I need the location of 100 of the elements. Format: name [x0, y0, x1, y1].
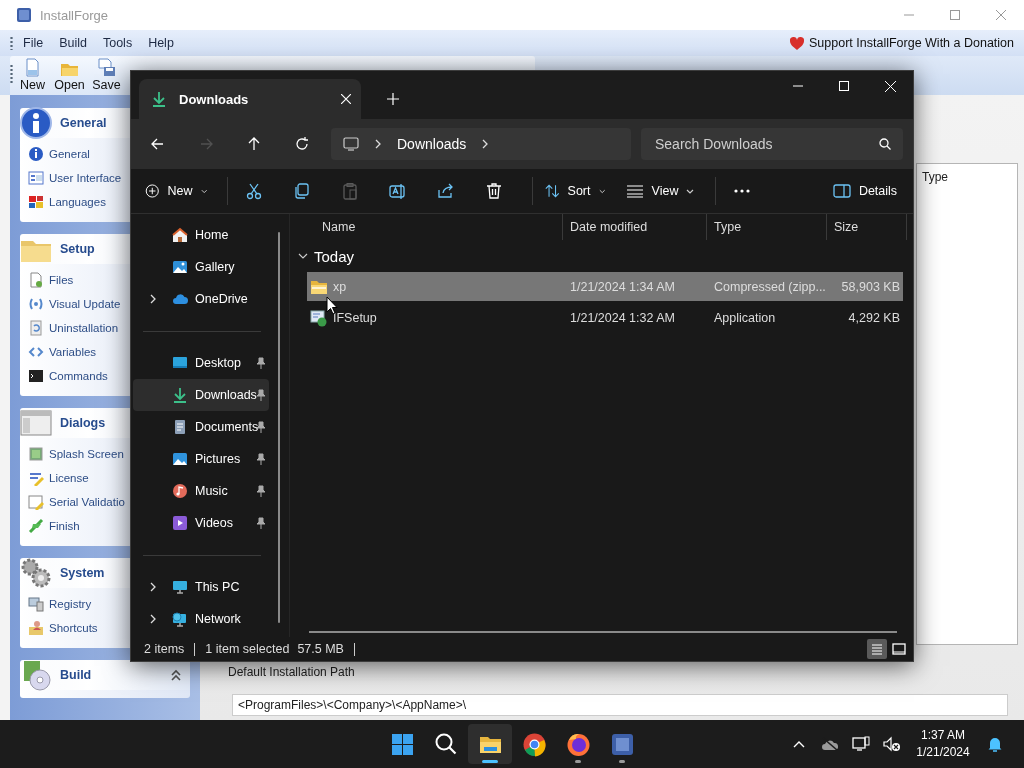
- nav-item[interactable]: Gallery: [133, 251, 269, 283]
- toolbar-button[interactable]: Open: [51, 58, 88, 92]
- clock[interactable]: 1:37 AM 1/21/2024: [907, 727, 979, 761]
- view-button[interactable]: View: [619, 175, 701, 207]
- app-icon: [16, 7, 32, 23]
- status-text: 57.5 MB: [297, 642, 344, 656]
- scrollbar[interactable]: [278, 232, 280, 623]
- window-title: InstallForge: [40, 7, 108, 23]
- group-title[interactable]: Build: [60, 668, 92, 682]
- lines-icon: [625, 182, 644, 200]
- sidebar-item[interactable]: Visual Update: [49, 298, 121, 310]
- nav-item[interactable]: Desktop: [133, 347, 269, 379]
- sidebar-item[interactable]: Variables: [49, 346, 97, 358]
- close-tab-button[interactable]: [341, 94, 351, 104]
- menu-item[interactable]: File: [23, 36, 44, 50]
- maximize-icon: [839, 81, 849, 91]
- column-header[interactable]: Size: [827, 214, 907, 240]
- sidebar-item[interactable]: Commands: [49, 370, 108, 382]
- scrollbar[interactable]: [309, 631, 897, 633]
- status-text: 1 item selected: [205, 642, 290, 656]
- home-icon: [172, 227, 188, 243]
- sidebar-item[interactable]: Serial Validatio: [49, 496, 125, 508]
- search-icon: [879, 138, 891, 150]
- group-title[interactable]: General: [60, 116, 107, 130]
- taskbar-app[interactable]: [468, 724, 512, 764]
- column-header[interactable]: Name: [290, 214, 563, 240]
- wave-icon: [28, 296, 44, 312]
- sidebar-item[interactable]: Finish: [49, 520, 80, 532]
- sort-button[interactable]: Sort: [539, 175, 611, 207]
- nav-item[interactable]: Pictures: [133, 443, 269, 475]
- rename-icon: [389, 182, 407, 200]
- close-icon: [884, 80, 896, 92]
- gears-icon: [20, 557, 52, 589]
- nav-item[interactable]: Documents: [133, 411, 269, 443]
- group-title[interactable]: Setup: [60, 242, 95, 256]
- group-title[interactable]: Dialogs: [60, 416, 106, 430]
- field-label: Default Installation Path: [228, 665, 356, 679]
- sidebar-item[interactable]: Languages: [49, 196, 106, 208]
- plus-circle-icon: [145, 182, 160, 200]
- caret-icon: [686, 187, 695, 195]
- nav-item[interactable]: Music: [133, 475, 269, 507]
- installer-icon: [310, 308, 328, 327]
- pen-icon: [28, 470, 44, 486]
- details-button[interactable]: Details: [825, 175, 905, 207]
- file-row[interactable]: IFSetup 1/21/2024 1:32 AM Application 4,292 KB: [307, 303, 903, 332]
- nav-item[interactable]: Videos: [133, 507, 269, 539]
- nav-item[interactable]: This PC: [133, 571, 269, 603]
- cursor-icon: [326, 296, 338, 315]
- file-name: IFSetup: [333, 310, 377, 325]
- column-header[interactable]: Date modified: [563, 214, 707, 240]
- toolbar-button[interactable]: New: [14, 58, 51, 92]
- nav-item[interactable]: Downloads: [133, 379, 269, 411]
- sidebar-item[interactable]: User Interface: [49, 172, 122, 184]
- donation-link[interactable]: Support InstallForge With a Donation: [809, 36, 1014, 50]
- nav-item[interactable]: Network: [133, 603, 269, 635]
- group-title[interactable]: System: [60, 566, 105, 580]
- search-field[interactable]: Search Downloads: [641, 128, 903, 160]
- type-cell-text: Application: [713, 310, 777, 325]
- sidebar-item[interactable]: License: [49, 472, 89, 484]
- sidebar-item[interactable]: Files: [49, 274, 74, 286]
- computer-icon: [28, 596, 44, 612]
- picture-icon: [28, 446, 44, 462]
- person-icon: [28, 620, 44, 636]
- maximize-icon: [950, 10, 960, 20]
- tab[interactable]: Downloads: [139, 79, 361, 119]
- address-bar[interactable]: Downloads: [331, 128, 631, 160]
- details-view-button[interactable]: [867, 639, 887, 659]
- menu-item[interactable]: Help: [148, 36, 174, 50]
- heart-icon: [789, 35, 806, 51]
- sidebar-item[interactable]: Uninstallation: [49, 322, 119, 334]
- flag-icon: [28, 518, 44, 534]
- group-header[interactable]: Today: [314, 247, 355, 265]
- sidebar-item[interactable]: Registry: [49, 598, 92, 610]
- file-name: xp: [333, 279, 347, 294]
- sidebar-item[interactable]: Shortcuts: [49, 622, 98, 634]
- caret-icon: [598, 187, 605, 195]
- breadcrumb-item[interactable]: Downloads: [397, 136, 467, 152]
- clock-date: 1/21/2024: [916, 744, 970, 761]
- browser-icon: [521, 731, 547, 757]
- network-icon: [172, 611, 188, 627]
- path-field[interactable]: <ProgramFiles>\<Company>\<AppName>\: [232, 694, 1008, 716]
- toolbar-button[interactable]: Save: [88, 58, 125, 92]
- window-icon: [20, 407, 52, 439]
- video-icon: [172, 515, 188, 531]
- menu-item[interactable]: Tools: [102, 36, 133, 50]
- cloud-icon: [820, 737, 839, 751]
- new-button[interactable]: New: [139, 175, 213, 207]
- info-icon: [20, 107, 52, 139]
- column-header[interactable]: Type: [707, 214, 827, 240]
- size-cell-text: 58,903 KB: [840, 279, 901, 294]
- cloud-icon: [172, 291, 188, 307]
- sidebar-item[interactable]: General: [49, 148, 90, 160]
- sidebar-item[interactable]: Splash Screen: [49, 448, 124, 460]
- download-icon: [151, 91, 167, 107]
- picture-icon: [172, 451, 188, 467]
- recycle-icon: [28, 320, 44, 336]
- nav-item[interactable]: Home: [133, 219, 269, 251]
- nav-item[interactable]: OneDrive: [133, 283, 269, 315]
- date-cell-text: 1/21/2024 1:34 AM: [569, 279, 676, 294]
- menu-item[interactable]: Build: [59, 36, 87, 50]
